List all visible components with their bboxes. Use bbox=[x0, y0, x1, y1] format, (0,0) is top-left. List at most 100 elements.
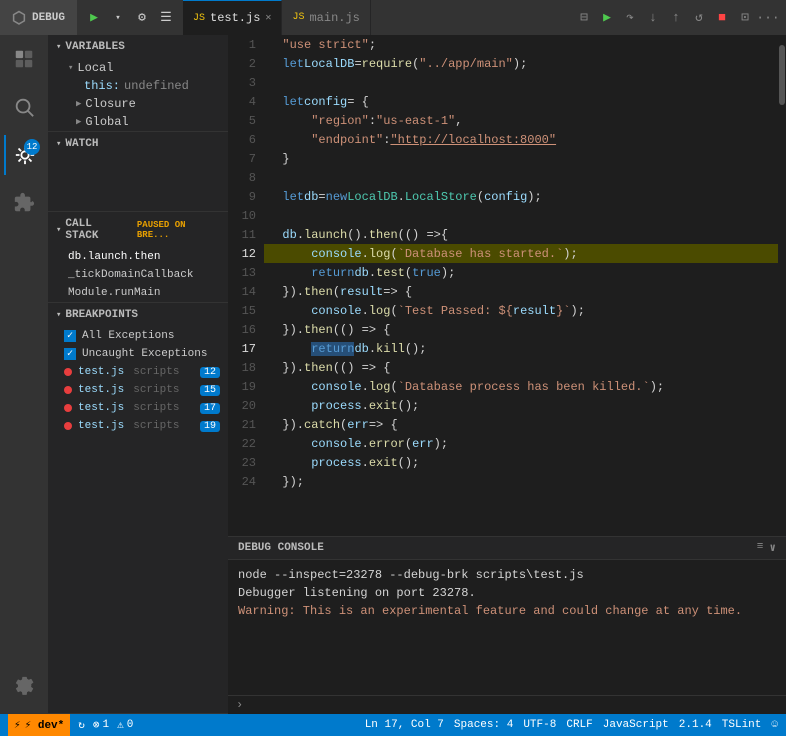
settings-icon[interactable] bbox=[4, 666, 44, 706]
watch-section: ▾ WATCH bbox=[48, 132, 228, 212]
bp-all-exceptions[interactable]: ✓ All Exceptions bbox=[48, 327, 228, 345]
ln-18: 18 bbox=[228, 358, 264, 377]
top-right-controls: ⊟ ▶ ↷ ↓ ↑ ↺ ■ ⊡ ··· bbox=[566, 8, 786, 28]
play-button[interactable]: ▶ bbox=[83, 7, 105, 29]
warnings-item[interactable]: ⚠ 0 bbox=[117, 718, 133, 732]
more-icon[interactable]: ··· bbox=[758, 8, 778, 28]
bp-item-0[interactable]: test.js scripts 12 bbox=[48, 363, 228, 381]
ln-9: 9 bbox=[228, 187, 264, 206]
eol-item[interactable]: CRLF bbox=[566, 719, 592, 731]
close-tab-testjs[interactable]: ✕ bbox=[265, 12, 271, 24]
code-line-18: }).then(() => { bbox=[264, 358, 786, 377]
variables-header[interactable]: ▾ VARIABLES bbox=[48, 35, 228, 59]
debug-status-icon: ⚡ bbox=[14, 718, 21, 732]
tab-mainjs-label: main.js bbox=[309, 11, 359, 25]
step-into-icon[interactable]: ↓ bbox=[643, 8, 663, 28]
errors-item[interactable]: ⊗ 1 bbox=[93, 718, 109, 732]
sidebar: ▾ VARIABLES ▾ Local this: undefined ▶ Cl… bbox=[48, 35, 228, 714]
ln-1: 1 bbox=[228, 35, 264, 54]
this-item[interactable]: this: undefined bbox=[48, 77, 228, 95]
bp-all-checkbox[interactable]: ✓ bbox=[64, 330, 76, 342]
warning-icon: ⚠ bbox=[117, 718, 124, 732]
watch-header[interactable]: ▾ WATCH bbox=[48, 132, 228, 156]
callstack-header[interactable]: ▾ CALL STACK PAUSED ON BRE... bbox=[48, 212, 228, 248]
code-line-9: let db = new LocalDB.LocalStore(config); bbox=[264, 187, 786, 206]
breakpoints-header[interactable]: ▾ BREAKPOINTS bbox=[48, 303, 228, 327]
editor-main[interactable]: 1 2 3 4 5 6 7 8 9 10 11 12 13 14 15 16 1 bbox=[228, 35, 786, 536]
sync-item[interactable]: ↻ bbox=[78, 718, 85, 732]
search-icon[interactable] bbox=[4, 87, 44, 127]
callstack-item-0[interactable]: db.launch.then bbox=[48, 248, 228, 266]
bp-line-3: 19 bbox=[200, 421, 220, 432]
bp-all-label: All Exceptions bbox=[82, 330, 174, 342]
console-collapse-icon[interactable]: ∨ bbox=[769, 541, 776, 555]
bp-item-3[interactable]: test.js scripts 19 bbox=[48, 417, 228, 435]
step-out-icon[interactable]: ↑ bbox=[666, 8, 686, 28]
global-item[interactable]: ▶ Global bbox=[48, 113, 228, 131]
run-icon[interactable]: ▶ bbox=[597, 8, 617, 28]
callstack-item-1[interactable]: _tickDomainCallback bbox=[48, 266, 228, 284]
local-item[interactable]: ▾ Local bbox=[48, 59, 228, 77]
version-item[interactable]: 2.1.4 bbox=[679, 719, 712, 731]
debug-label: ⬡ DEBUG bbox=[0, 0, 77, 35]
bp-dot-1 bbox=[64, 386, 72, 394]
tab-testjs-label: test.js bbox=[210, 11, 260, 25]
code-line-11: db.launch().then(() =>{ bbox=[264, 225, 786, 244]
callstack-paused: PAUSED ON BRE... bbox=[137, 220, 220, 240]
code-line-7: } bbox=[264, 149, 786, 168]
language-item[interactable]: JavaScript bbox=[603, 719, 669, 731]
stop-icon[interactable]: ■ bbox=[712, 8, 732, 28]
code-lines[interactable]: "use strict"; let LocalDB = require("../… bbox=[264, 35, 786, 536]
console-filter-icon[interactable]: ≡ bbox=[757, 541, 764, 555]
code-line-21: }).catch(err => { bbox=[264, 415, 786, 434]
scrollbar[interactable] bbox=[778, 35, 786, 536]
settings-button[interactable]: ⚙ bbox=[131, 7, 153, 29]
bp-line-0: 12 bbox=[200, 367, 220, 378]
callstack-item-2[interactable]: Module.runMain bbox=[48, 284, 228, 302]
console-input[interactable] bbox=[249, 698, 778, 712]
spaces-item[interactable]: Spaces: 4 bbox=[454, 719, 513, 731]
debug-dropdown[interactable]: ▾ bbox=[107, 7, 129, 29]
bp-item-2[interactable]: test.js scripts 17 bbox=[48, 399, 228, 417]
debug-icon[interactable]: 12 bbox=[4, 135, 44, 175]
explorer-icon[interactable] bbox=[4, 39, 44, 79]
console-prompt: › bbox=[236, 698, 243, 712]
line-numbers: 1 2 3 4 5 6 7 8 9 10 11 12 13 14 15 16 1 bbox=[228, 35, 264, 536]
status-left: ⚡ ⚡ dev* ↻ ⊗ 1 ⚠ 0 bbox=[8, 714, 133, 736]
split-editor-icon[interactable]: ⊟ bbox=[574, 8, 594, 28]
maximize-icon[interactable]: ⊡ bbox=[735, 8, 755, 28]
closure-item[interactable]: ▶ Closure bbox=[48, 95, 228, 113]
linter-item[interactable]: TSLint bbox=[722, 719, 762, 731]
status-right: Ln 17, Col 7 Spaces: 4 UTF-8 CRLF JavaSc… bbox=[365, 719, 778, 731]
main-layout: 12 ▾ VARIABLES ▾ Local this: undefined bbox=[0, 35, 786, 714]
bp-uncaught-checkbox[interactable]: ✓ bbox=[64, 348, 76, 360]
line-col-item[interactable]: Ln 17, Col 7 bbox=[365, 719, 444, 731]
step-over-icon[interactable]: ↷ bbox=[620, 8, 640, 28]
tab-mainjs[interactable]: JS main.js bbox=[282, 0, 370, 35]
bp-path-2: scripts bbox=[133, 402, 179, 414]
encoding-label: UTF-8 bbox=[523, 719, 556, 731]
global-chevron: ▶ bbox=[76, 117, 81, 127]
smiley-item[interactable]: ☺ bbox=[771, 719, 778, 731]
menu-button[interactable]: ☰ bbox=[155, 7, 177, 29]
bp-line-1: 15 bbox=[200, 385, 220, 396]
warning-count: 0 bbox=[127, 719, 134, 731]
bp-file-0: test.js bbox=[78, 366, 124, 378]
bp-dot-2 bbox=[64, 404, 72, 412]
restart-icon[interactable]: ↺ bbox=[689, 8, 709, 28]
console-output: node --inspect=23278 --debug-brk scripts… bbox=[228, 560, 786, 695]
scrollbar-thumb[interactable] bbox=[779, 45, 785, 105]
bp-uncaught-exceptions[interactable]: ✓ Uncaught Exceptions bbox=[48, 345, 228, 363]
ln-15: 15 bbox=[228, 301, 264, 320]
console-line-3: Warning: This is an experimental feature… bbox=[238, 602, 776, 620]
code-line-14: }).then(result => { bbox=[264, 282, 786, 301]
ln-12: 12 bbox=[228, 244, 264, 263]
ln-5: 5 bbox=[228, 111, 264, 130]
local-label: Local bbox=[77, 61, 113, 75]
tab-testjs[interactable]: JS test.js ✕ bbox=[183, 0, 282, 35]
extensions-icon[interactable] bbox=[4, 183, 44, 223]
debug-status[interactable]: ⚡ ⚡ dev* bbox=[8, 714, 70, 736]
bp-item-1[interactable]: test.js scripts 15 bbox=[48, 381, 228, 399]
encoding-item[interactable]: UTF-8 bbox=[523, 719, 556, 731]
eol-label: CRLF bbox=[566, 719, 592, 731]
